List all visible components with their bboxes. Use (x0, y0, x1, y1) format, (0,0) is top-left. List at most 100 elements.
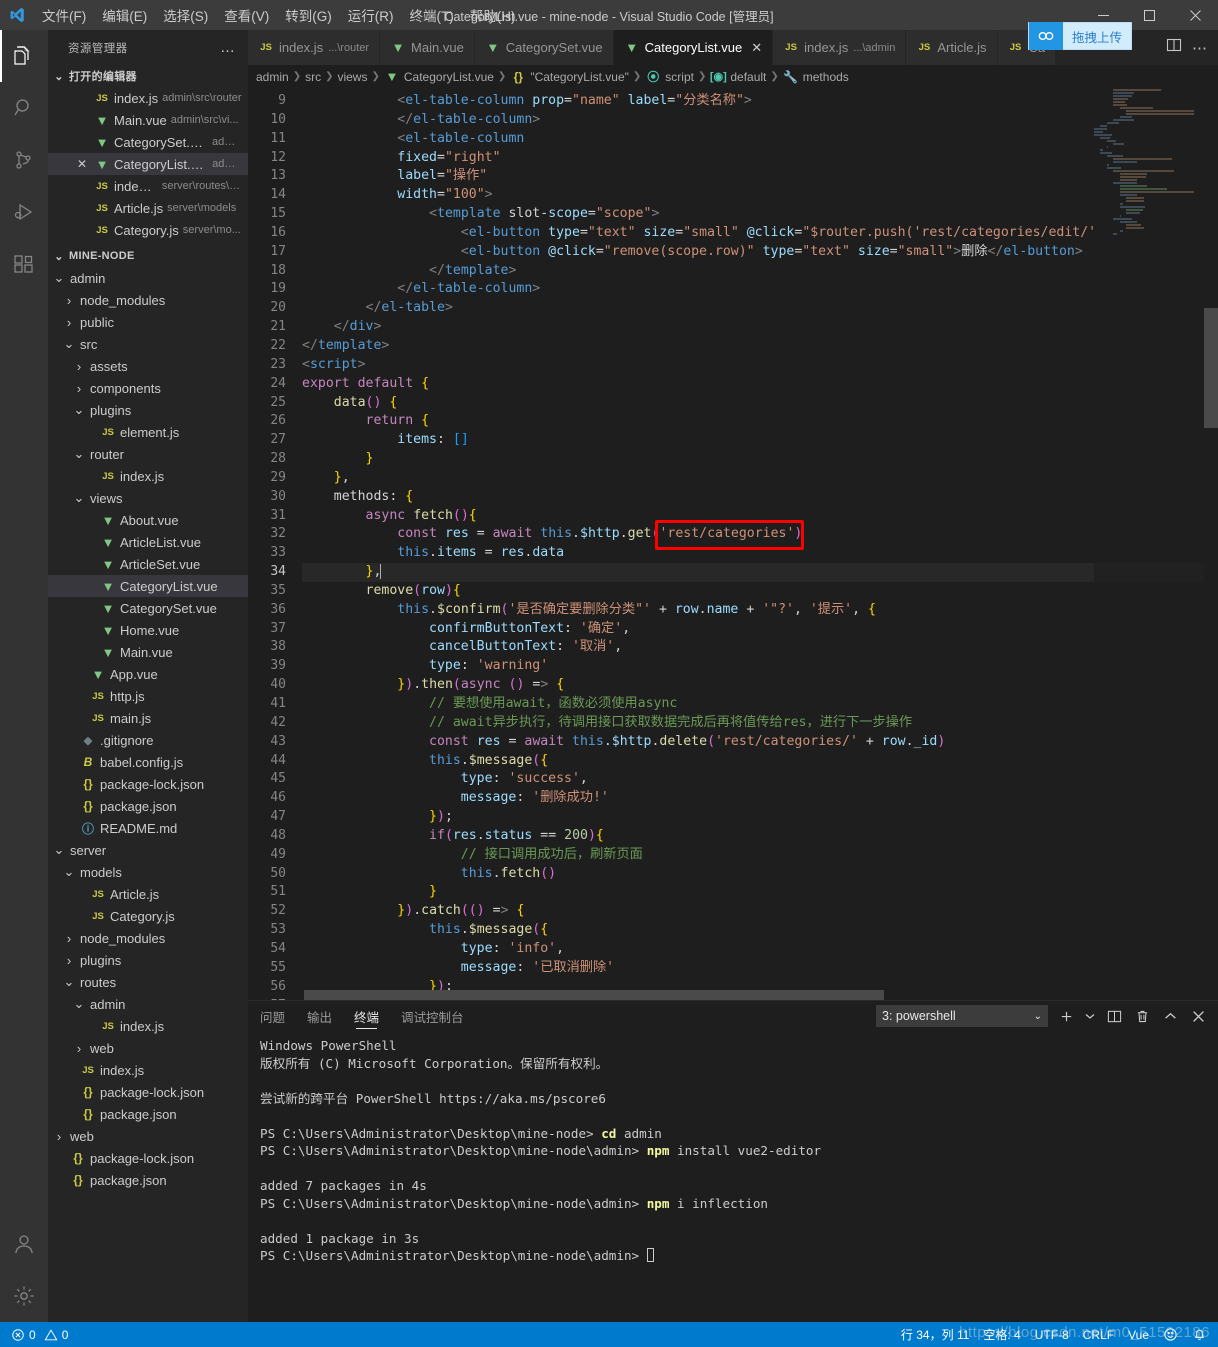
terminal-selector[interactable]: 3: powershell ⌄ (876, 1005, 1048, 1027)
tree-item[interactable]: JS Article.js (48, 883, 248, 905)
status-eol[interactable]: CRLF (1076, 1322, 1121, 1347)
tab-output[interactable]: 输出 (307, 1001, 332, 1031)
tree-item[interactable]: {} package.json (48, 1169, 248, 1191)
status-encoding[interactable]: UTF-8 (1028, 1322, 1076, 1347)
editor-tab[interactable]: JS index.js ...\admin (773, 30, 907, 65)
tree-item[interactable]: {} package.json (48, 795, 248, 817)
source-control-icon[interactable] (0, 134, 48, 186)
status-indentation[interactable]: 空格: 4 (976, 1322, 1027, 1347)
tree-item[interactable]: ▼ Home.vue (48, 619, 248, 641)
breadcrumb-item[interactable]: admin (256, 70, 289, 84)
tree-item[interactable]: ⓘ README.md (48, 817, 248, 839)
maximize-button[interactable] (1126, 0, 1172, 30)
close-panel-icon[interactable] (1188, 1006, 1208, 1026)
tree-item[interactable]: ▼ App.vue (48, 663, 248, 685)
tree-item[interactable]: › node_modules (48, 927, 248, 949)
breadcrumb-item[interactable]: {} "CategoryList.vue" (510, 70, 629, 84)
drag-upload-badge[interactable]: 拖拽上传 (1028, 22, 1132, 50)
menu-edit[interactable]: 编辑(E) (94, 0, 155, 30)
terminal-output[interactable]: Windows PowerShell 版权所有 (C) Microsoft Cor… (248, 1031, 1218, 1322)
tree-item[interactable]: ▼ CategoryList.vue (48, 575, 248, 597)
tree-item[interactable]: ⌄ routes (48, 971, 248, 993)
tree-item[interactable]: JS element.js (48, 421, 248, 443)
tab-terminal[interactable]: 终端 (354, 1001, 379, 1031)
smiley-feedback-icon[interactable] (1156, 1322, 1185, 1347)
status-problems[interactable]: 0 0 (4, 1322, 75, 1347)
tab-problems[interactable]: 问题 (260, 1001, 285, 1031)
open-editors-section-header[interactable]: ⌄ 打开的编辑器 (48, 65, 248, 87)
menu-terminal[interactable]: 终端(T) (402, 0, 462, 30)
tree-item[interactable]: ⌄ src (48, 333, 248, 355)
menu-view[interactable]: 查看(V) (216, 0, 277, 30)
tree-item[interactable]: ⌄ admin (48, 993, 248, 1015)
menu-bar[interactable]: 文件(F) 编辑(E) 选择(S) 查看(V) 转到(G) 运行(R) 终端(T… (34, 0, 524, 30)
status-language-mode[interactable]: Vue (1121, 1322, 1156, 1347)
open-editor-item[interactable]: JS index.js admin\src\router (48, 87, 248, 109)
tree-item[interactable]: › web (48, 1037, 248, 1059)
breadcrumb-item[interactable]: ▼ CategoryList.vue (384, 69, 493, 84)
manage-settings-gear-icon[interactable] (0, 1270, 48, 1322)
tree-item[interactable]: ⌄ admin (48, 267, 248, 289)
split-terminal-icon[interactable] (1104, 1006, 1124, 1026)
open-editor-item[interactable]: ✕ ▼ CategoryList.vue admi... (48, 153, 248, 175)
tree-item[interactable]: ▼ About.vue (48, 509, 248, 531)
tree-item[interactable]: › plugins (48, 949, 248, 971)
editor-tab[interactable]: JS index.js ...\router (248, 30, 381, 65)
tree-item[interactable]: › web (48, 1125, 248, 1147)
new-terminal-icon[interactable] (1056, 1006, 1076, 1026)
tree-item[interactable]: JS index.js (48, 1015, 248, 1037)
notifications-bell-icon[interactable] (1185, 1322, 1214, 1347)
breadcrumb-item[interactable]: views (337, 70, 367, 84)
breadcrumb-item[interactable]: 🔧 methods (783, 70, 849, 84)
tree-item[interactable]: {} package.json (48, 1103, 248, 1125)
tree-item[interactable]: › public (48, 311, 248, 333)
tree-item[interactable]: ▼ CategorySet.vue (48, 597, 248, 619)
breadcrumb-item[interactable]: ⦿ script (645, 68, 694, 85)
code-editor[interactable]: 9 10 11 12 13 14 15 16 17 18 19 20 21 22 23 24 25 26 27 28 2… (248, 88, 1218, 1000)
tree-item[interactable]: › node_modules (48, 289, 248, 311)
tree-item[interactable]: Bbabel.config.js (48, 751, 248, 773)
tree-item[interactable]: ⌄ models (48, 861, 248, 883)
tree-item[interactable]: {} package-lock.json (48, 773, 248, 795)
minimap[interactable] (1094, 88, 1204, 1000)
menu-help[interactable]: 帮助(H) (462, 0, 524, 30)
editor-tab[interactable]: ▼ CategorySet.vue (474, 30, 614, 65)
tree-item[interactable]: {} package-lock.json (48, 1081, 248, 1103)
tree-item[interactable]: ▼ ArticleList.vue (48, 531, 248, 553)
editor-tab[interactable]: ▼ Main.vue (380, 30, 475, 65)
tree-item[interactable]: ⌄ server (48, 839, 248, 861)
extensions-icon[interactable] (0, 238, 48, 290)
tree-item[interactable]: ⌄ plugins (48, 399, 248, 421)
search-icon[interactable] (0, 82, 48, 134)
tree-item[interactable]: JS Category.js (48, 905, 248, 927)
menu-run[interactable]: 运行(R) (340, 0, 402, 30)
tree-item[interactable]: ⌄ views (48, 487, 248, 509)
terminal-dropdown-icon[interactable] (1084, 1006, 1096, 1026)
more-actions-icon[interactable]: ⋯ (1192, 39, 1208, 57)
menu-go[interactable]: 转到(G) (277, 0, 340, 30)
close-icon[interactable]: ✕ (751, 40, 762, 56)
open-editor-item[interactable]: ▼ Main.vue admin\src\vi... (48, 109, 248, 131)
tree-item[interactable]: ◆ .gitignore (48, 729, 248, 751)
open-editor-item[interactable]: ▼ CategorySet.vue admi... (48, 131, 248, 153)
tree-item[interactable]: › assets (48, 355, 248, 377)
explorer-icon[interactable] (0, 30, 48, 82)
tab-debug-console[interactable]: 调试控制台 (401, 1001, 464, 1031)
code-content[interactable]: <el-table-column prop="name" label="分类名称… (302, 88, 1218, 1000)
menu-file[interactable]: 文件(F) (34, 0, 94, 30)
breadcrumb-item[interactable]: [◉] default (710, 70, 767, 84)
sidebar-more-icon[interactable]: … (220, 39, 242, 56)
source-code[interactable]: <el-table-column prop="name" label="分类名称… (302, 92, 1218, 1000)
run-and-debug-icon[interactable] (0, 186, 48, 238)
accounts-icon[interactable] (0, 1218, 48, 1270)
scrollbar-thumb-horizontal[interactable] (304, 990, 884, 1000)
tree-item[interactable]: JS index.js (48, 465, 248, 487)
tree-item[interactable]: {} package-lock.json (48, 1147, 248, 1169)
status-cursor-position[interactable]: 行 34，列 11 (894, 1322, 976, 1347)
editor-horizontal-scrollbar[interactable] (248, 990, 1218, 1000)
editor-tab[interactable]: JS Article.js (906, 30, 998, 65)
kill-terminal-trash-icon[interactable] (1132, 1006, 1152, 1026)
scrollbar-thumb[interactable] (1204, 308, 1218, 428)
tree-item[interactable]: JS http.js (48, 685, 248, 707)
editor-vertical-scrollbar[interactable] (1204, 88, 1218, 1000)
